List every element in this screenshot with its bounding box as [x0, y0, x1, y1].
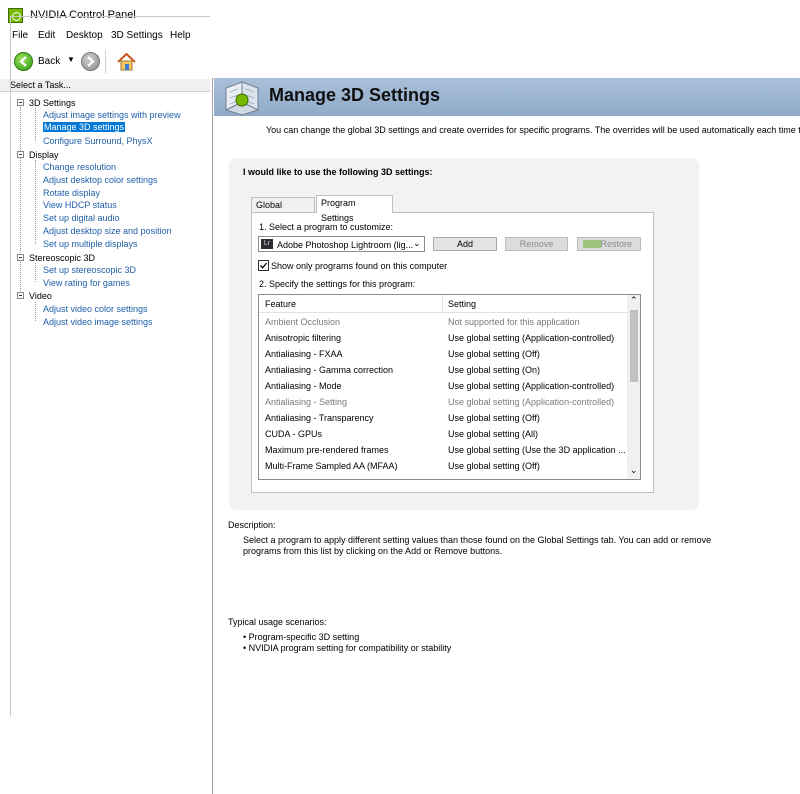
- tree-line: [35, 302, 36, 321]
- settings-list-header: Feature Setting: [259, 295, 627, 313]
- tree-line: [35, 263, 36, 282]
- table-row[interactable]: Antialiasing - Gamma correction Use globa…: [259, 363, 627, 379]
- tree-item-video-image[interactable]: Adjust video image settings: [43, 317, 153, 327]
- nvidia-eye-icon: [583, 240, 601, 248]
- row-setting: Use global setting (Off): [448, 349, 540, 359]
- add-button[interactable]: Add: [433, 237, 497, 251]
- tree-item-adjust-image-settings[interactable]: Adjust image settings with preview: [43, 110, 181, 120]
- tab-global-settings[interactable]: Global Settings: [251, 197, 315, 225]
- show-only-programs-label: Show only programs found on this compute…: [271, 261, 448, 271]
- page-title: Manage 3D Settings: [269, 85, 441, 105]
- scroll-down-icon[interactable]: ⌄: [630, 465, 638, 476]
- settings-heading: I would like to use the following 3D set…: [243, 167, 433, 177]
- row-feature: Antialiasing - Setting: [265, 397, 348, 407]
- expand-toggle-icon[interactable]: [17, 254, 24, 261]
- lightroom-icon: Lr: [261, 239, 273, 249]
- table-row[interactable]: Anisotropic filtering Use global setting …: [259, 331, 627, 347]
- table-row[interactable]: Antialiasing - FXAA Use global setting (O…: [259, 347, 627, 363]
- scroll-up-icon[interactable]: ⌃: [630, 295, 638, 306]
- chevron-down-icon: ⌄: [413, 238, 421, 248]
- settings-list: Feature Setting Ambient Occlusion Not sup…: [258, 294, 641, 480]
- tree-category-display[interactable]: Display: [29, 150, 59, 160]
- row-feature: CUDA - GPUs: [265, 429, 323, 439]
- restore-label: Restore: [600, 239, 632, 249]
- column-header-feature[interactable]: Feature: [265, 299, 296, 309]
- row-feature: Anisotropic filtering: [265, 333, 342, 343]
- program-select[interactable]: Lr Adobe Photoshop Lightroom (lig... ⌄: [258, 236, 425, 252]
- tree-item-change-resolution[interactable]: Change resolution: [43, 162, 116, 172]
- tree-category-video[interactable]: Video: [29, 291, 52, 301]
- usage-item-text: Program-specific 3D setting: [248, 632, 360, 642]
- usage-label: Typical usage scenarios:: [228, 617, 327, 627]
- checkmark-icon: [260, 262, 268, 269]
- table-row[interactable]: Antialiasing - Setting Use global setting…: [259, 395, 627, 411]
- tree-item-view-rating[interactable]: View rating for games: [43, 278, 130, 288]
- tree-item-manage-3d-settings[interactable]: Manage 3D settings: [43, 122, 126, 132]
- tree-item-setup-stereoscopic[interactable]: Set up stereoscopic 3D: [43, 265, 136, 275]
- tree-item-desktop-size[interactable]: Adjust desktop size and position: [43, 226, 172, 236]
- usage-item: • Program-specific 3D setting: [243, 632, 360, 642]
- column-header-setting[interactable]: Setting: [448, 299, 476, 309]
- scrollbar-thumb[interactable]: [630, 310, 638, 382]
- row-feature: Ambient Occlusion: [265, 317, 341, 327]
- 3d-settings-icon: [222, 80, 262, 116]
- tree-line: [35, 108, 36, 141]
- row-feature: Multi-Frame Sampled AA (MFAA): [265, 461, 398, 471]
- table-row[interactable]: Antialiasing - Transparency Use global se…: [259, 411, 627, 427]
- description-line-2: programs from this list by clicking on t…: [243, 546, 503, 556]
- tree-item-multiple-displays[interactable]: Set up multiple displays: [43, 239, 138, 249]
- table-row[interactable]: Antialiasing - Mode Use global setting (A…: [259, 379, 627, 395]
- expand-toggle-icon[interactable]: [17, 151, 24, 158]
- tree-line: [35, 160, 36, 244]
- row-feature: Antialiasing - FXAA: [265, 349, 343, 359]
- row-setting: Use global setting (On): [448, 365, 541, 375]
- table-row[interactable]: CUDA - GPUs Use global setting (All): [259, 427, 627, 443]
- row-feature: Antialiasing - Mode: [265, 381, 342, 391]
- row-feature: Maximum pre-rendered frames: [265, 445, 389, 455]
- expand-toggle-icon[interactable]: [17, 292, 24, 299]
- tree-item-rotate-display[interactable]: Rotate display: [43, 188, 100, 198]
- row-setting: Not supported for this application: [448, 317, 580, 327]
- tree-item-configure-surround[interactable]: Configure Surround, PhysX: [43, 136, 153, 146]
- tree-item-view-hdcp[interactable]: View HDCP status: [43, 200, 117, 210]
- remove-button[interactable]: Remove: [505, 237, 568, 251]
- expand-toggle-icon[interactable]: [17, 99, 24, 106]
- settings-rows: Ambient Occlusion Not supported for this …: [259, 315, 627, 479]
- tree-item-digital-audio[interactable]: Set up digital audio: [43, 213, 120, 223]
- row-setting: Use global setting (Application-controll…: [448, 397, 615, 407]
- row-feature: Antialiasing - Transparency: [265, 413, 374, 423]
- table-row[interactable]: Maximum pre-rendered frames Use global se…: [259, 443, 627, 459]
- row-setting: Use global setting (Off): [448, 461, 540, 471]
- row-setting: Use global setting (Application-controll…: [448, 333, 615, 343]
- tree-item-video-color[interactable]: Adjust video color settings: [43, 304, 148, 314]
- row-setting: Use global setting (All): [448, 429, 539, 439]
- settings-list-scrollbar[interactable]: ⌃ ⌄: [627, 295, 640, 479]
- usage-item-text: NVIDIA program setting for compatibility…: [248, 643, 452, 653]
- usage-item: • NVIDIA program setting for compatibili…: [243, 643, 452, 653]
- description-line-1: Select a program to apply different sett…: [243, 535, 712, 545]
- program-select-value: Adobe Photoshop Lightroom (lig...: [277, 240, 414, 250]
- row-setting: Use global setting (Application-controll…: [448, 381, 615, 391]
- description-label: Description:: [228, 520, 276, 530]
- restore-button[interactable]: Restore: [577, 237, 641, 251]
- tab-program-settings[interactable]: Program Settings: [316, 195, 393, 223]
- table-row[interactable]: Ambient Occlusion Not supported for this …: [259, 315, 627, 331]
- task-tree: [10, 16, 210, 716]
- page-intro: You can change the global 3D settings an…: [266, 125, 800, 135]
- table-row[interactable]: Multi-Frame Sampled AA (MFAA) Use global …: [259, 459, 627, 475]
- row-feature: Antialiasing - Gamma correction: [265, 365, 394, 375]
- show-only-programs-checkbox[interactable]: [258, 260, 269, 271]
- step2-label: 2. Specify the settings for this program…: [259, 279, 416, 289]
- row-setting: Use global setting (Use the 3D applicati…: [448, 445, 626, 455]
- tree-category-3d-settings[interactable]: 3D Settings: [29, 98, 76, 108]
- tree-item-adjust-desktop-color[interactable]: Adjust desktop color settings: [43, 175, 158, 185]
- tree-line: [20, 107, 21, 297]
- column-divider: [442, 295, 443, 312]
- tree-category-stereoscopic[interactable]: Stereoscopic 3D: [29, 253, 95, 263]
- row-setting: Use global setting (Off): [448, 413, 540, 423]
